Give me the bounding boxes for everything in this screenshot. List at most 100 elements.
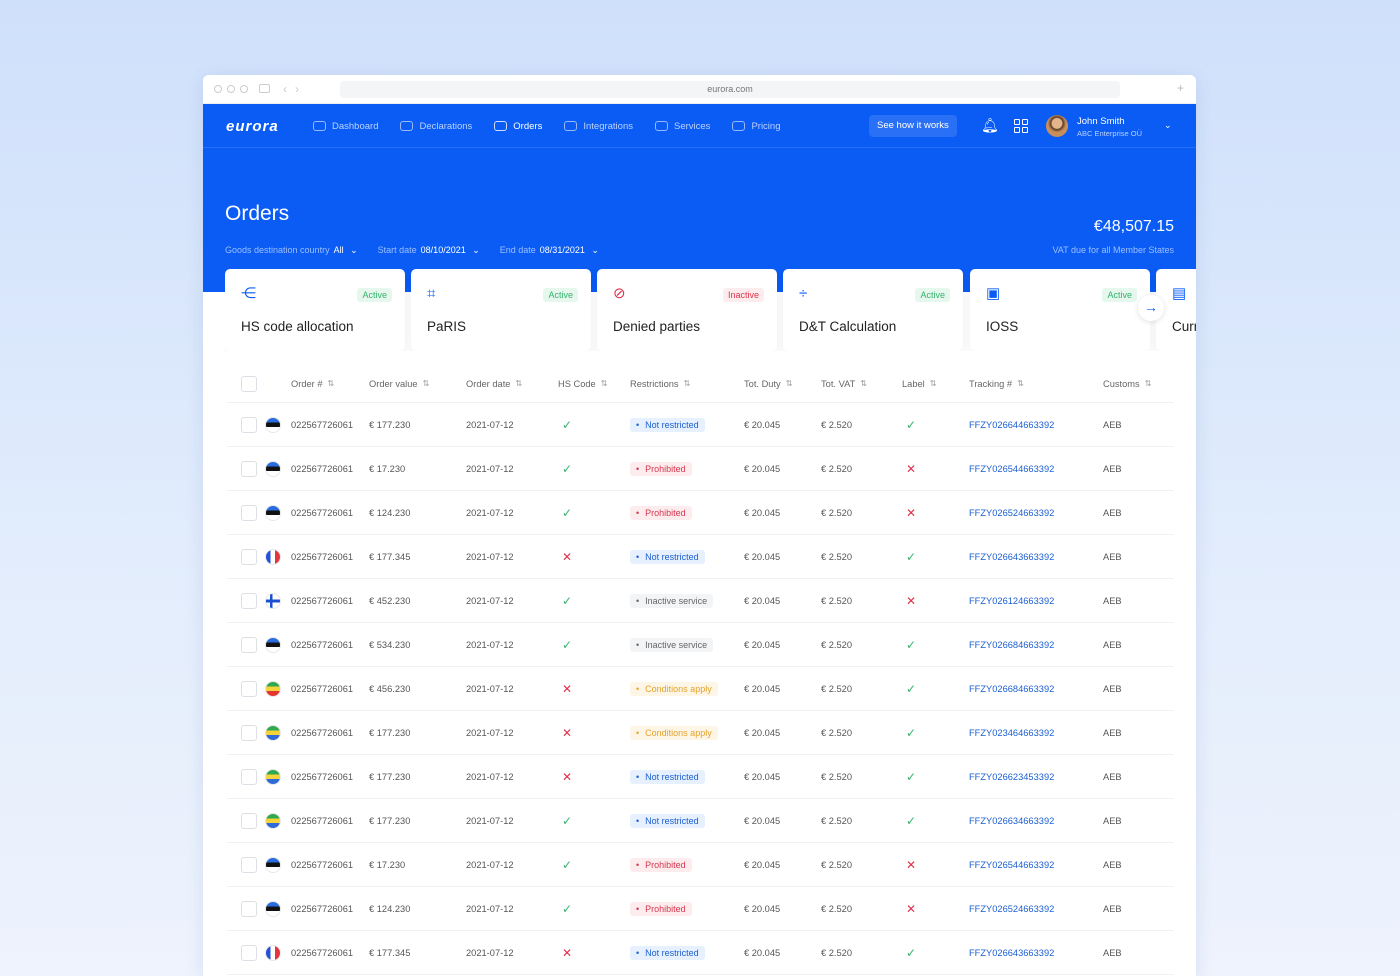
apps-grid-icon[interactable] bbox=[1014, 119, 1028, 133]
sort-icon[interactable]: ⇅ bbox=[515, 379, 522, 388]
window-controls[interactable] bbox=[214, 85, 248, 93]
restriction-badge: Conditions apply bbox=[630, 725, 718, 740]
sort-icon[interactable]: ⇅ bbox=[601, 379, 608, 388]
checkbox[interactable] bbox=[241, 768, 257, 785]
nav-item-declarations[interactable]: Declarations bbox=[400, 121, 472, 132]
sidebar-toggle-icon[interactable] bbox=[259, 84, 270, 93]
service-card-denied-parties[interactable]: ⊘ Inactive Denied parties bbox=[597, 269, 777, 351]
table-row[interactable]: 022567726061 € 177.230 2021-07-12 ✓ Not rest… bbox=[227, 799, 1174, 843]
tracking-link[interactable]: FFZY026524663392 bbox=[969, 508, 1054, 518]
nav-item-pricing[interactable]: Pricing bbox=[732, 121, 780, 132]
column-header-order-value[interactable]: Order value ⇅ bbox=[369, 365, 429, 402]
order-value: € 452.230 bbox=[369, 579, 410, 622]
label-status: ✓ bbox=[906, 535, 916, 578]
column-header-customs[interactable]: Customs ⇅ bbox=[1103, 365, 1151, 402]
checkbox[interactable] bbox=[241, 636, 257, 653]
tracking-link[interactable]: FFZY026643663392 bbox=[969, 948, 1054, 958]
address-bar[interactable]: eurora.com bbox=[340, 81, 1120, 98]
checkbox[interactable] bbox=[241, 504, 257, 521]
nav-item-label: Orders bbox=[513, 120, 543, 132]
table-row[interactable]: 022567726061 € 17.230 2021-07-12 ✓ Prohibite… bbox=[227, 447, 1174, 491]
column-header-restrictions[interactable]: Restrictions ⇅ bbox=[630, 365, 690, 402]
back-forward-icon[interactable]: ‹› bbox=[283, 82, 307, 96]
table-row[interactable]: 022567726061 € 177.230 2021-07-12 ✕ Not rest… bbox=[227, 755, 1174, 799]
checkbox[interactable] bbox=[241, 416, 257, 433]
checkbox[interactable] bbox=[241, 460, 257, 477]
sort-icon[interactable]: ⇅ bbox=[1017, 379, 1024, 388]
bell-icon[interactable]: 🔔︎ bbox=[981, 117, 999, 133]
nav-item-orders[interactable]: Orders bbox=[494, 121, 542, 132]
start-date-filter[interactable]: Start date 08/10/2021 ⌄ bbox=[378, 245, 480, 256]
column-header-label[interactable]: Label ⇅ bbox=[902, 365, 936, 402]
table-row[interactable]: 022567726061 € 177.345 2021-07-12 ✕ Not rest… bbox=[227, 931, 1174, 975]
checkbox[interactable] bbox=[241, 592, 257, 609]
tracking-link[interactable]: FFZY023464663392 bbox=[969, 728, 1054, 738]
logo[interactable]: eurora bbox=[226, 118, 279, 135]
tracking-link[interactable]: FFZY026544663392 bbox=[969, 464, 1054, 474]
select-all-checkbox[interactable] bbox=[241, 365, 257, 402]
hs-code: ✓ bbox=[562, 491, 572, 534]
table-row[interactable]: 022567726061 € 124.230 2021-07-12 ✓ Prohibit… bbox=[227, 887, 1174, 931]
user-name[interactable]: John Smith bbox=[1077, 116, 1125, 127]
tracking-link[interactable]: FFZY026643663392 bbox=[969, 552, 1054, 562]
table-row[interactable]: 022567726061 € 124.230 2021-07-12 ✓ Prohibit… bbox=[227, 491, 1174, 535]
column-header-tracking-[interactable]: Tracking # ⇅ bbox=[969, 365, 1024, 402]
avatar[interactable] bbox=[1046, 115, 1068, 137]
table-row[interactable]: 022567726061 € 177.230 2021-07-12 ✓ Not rest… bbox=[227, 403, 1174, 447]
checkbox[interactable] bbox=[241, 900, 257, 917]
checkbox[interactable] bbox=[241, 944, 257, 961]
tracking-link[interactable]: FFZY026684663392 bbox=[969, 640, 1054, 650]
tracking: FFZY026644663392 bbox=[969, 403, 1054, 446]
tracking-link[interactable]: FFZY026124663392 bbox=[969, 596, 1054, 606]
sort-icon[interactable]: ⇅ bbox=[930, 379, 937, 388]
column-header-tot-duty[interactable]: Tot. Duty ⇅ bbox=[744, 365, 792, 402]
service-card-hs-code-allocation[interactable]: ⋲ Active HS code allocation bbox=[225, 269, 405, 351]
tracking-link[interactable]: FFZY026544663392 bbox=[969, 860, 1054, 870]
chevron-down-icon[interactable]: ⌄ bbox=[1164, 120, 1172, 131]
sort-icon[interactable]: ⇅ bbox=[328, 379, 335, 388]
sort-icon[interactable]: ⇅ bbox=[786, 379, 793, 388]
checkbox[interactable] bbox=[241, 724, 257, 741]
tracking-link[interactable]: FFZY026644663392 bbox=[969, 420, 1054, 430]
order-number-value: 022567726061 bbox=[291, 815, 354, 826]
header-hero: eurora Dashboard Declarations Orders Integr… bbox=[203, 104, 1196, 292]
tracking-link[interactable]: FFZY026684663392 bbox=[969, 684, 1054, 694]
nav-item-integrations[interactable]: Integrations bbox=[564, 121, 633, 132]
table-row[interactable]: 022567726061 € 534.230 2021-07-12 ✓ Inactive… bbox=[227, 623, 1174, 667]
end-date-filter[interactable]: End date 08/31/2021 ⌄ bbox=[500, 245, 599, 256]
arrow-right-icon[interactable]: → bbox=[1138, 295, 1164, 321]
sort-icon[interactable]: ⇅ bbox=[423, 379, 430, 388]
sort-icon[interactable]: ⇅ bbox=[1145, 379, 1152, 388]
order-number-value: 022567726061 bbox=[291, 419, 354, 430]
checkbox[interactable] bbox=[241, 680, 257, 697]
table-row[interactable]: 022567726061 € 452.230 2021-07-12 ✓ Inactive… bbox=[227, 579, 1174, 623]
new-tab-icon[interactable]: + bbox=[1177, 81, 1184, 95]
checkbox[interactable] bbox=[241, 812, 257, 829]
tracking: FFZY026623453392 bbox=[969, 755, 1054, 798]
checkbox[interactable] bbox=[241, 548, 257, 565]
column-header-order-date[interactable]: Order date ⇅ bbox=[466, 365, 522, 402]
tracking-link[interactable]: FFZY026634663392 bbox=[969, 816, 1054, 826]
sort-icon[interactable]: ⇅ bbox=[684, 379, 691, 388]
see-how-it-works-button[interactable]: See how it works bbox=[869, 115, 957, 137]
country-filter[interactable]: Goods destination country All ⌄ bbox=[225, 245, 358, 256]
service-card-paris[interactable]: ⌗ Active PaRIS bbox=[411, 269, 591, 351]
tot-duty: € 20.045 bbox=[744, 711, 780, 754]
nav-item-services[interactable]: Services bbox=[655, 121, 710, 132]
column-header-order-[interactable]: Order # ⇅ bbox=[291, 365, 334, 402]
tot-vat: € 2.520 bbox=[821, 667, 852, 710]
tracking-link[interactable]: FFZY026623453392 bbox=[969, 772, 1054, 782]
column-header-tot-vat[interactable]: Tot. VAT ⇅ bbox=[821, 365, 867, 402]
table-row[interactable]: 022567726061 € 177.230 2021-07-12 ✕ Conditio… bbox=[227, 711, 1174, 755]
table-row[interactable]: 022567726061 € 177.345 2021-07-12 ✕ Not rest… bbox=[227, 535, 1174, 579]
service-card-ioss[interactable]: ▣ Active IOSS bbox=[970, 269, 1150, 351]
sort-icon[interactable]: ⇅ bbox=[860, 379, 867, 388]
checkbox[interactable] bbox=[241, 375, 257, 392]
table-row[interactable]: 022567726061 € 17.230 2021-07-12 ✓ Prohibite… bbox=[227, 843, 1174, 887]
table-row[interactable]: 022567726061 € 456.230 2021-07-12 ✕ Conditio… bbox=[227, 667, 1174, 711]
service-card-d-t-calculation[interactable]: ÷ Active D&T Calculation bbox=[783, 269, 963, 351]
nav-item-dashboard[interactable]: Dashboard bbox=[313, 121, 378, 132]
tracking-link[interactable]: FFZY026524663392 bbox=[969, 904, 1054, 914]
checkbox[interactable] bbox=[241, 856, 257, 873]
column-header-hs-code[interactable]: HS Code ⇅ bbox=[558, 365, 607, 402]
